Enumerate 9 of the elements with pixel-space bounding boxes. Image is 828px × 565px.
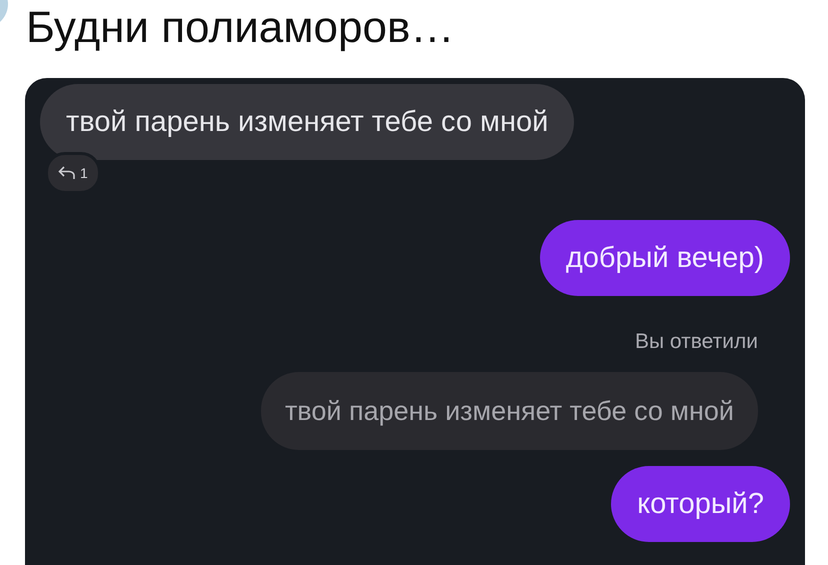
message-bubble: твой парень изменяет тебе со мной (40, 84, 574, 160)
message-bubble: который? (611, 466, 790, 542)
reply-label: Вы ответили (634, 330, 758, 354)
message-bubble: добрый вечер) (540, 220, 790, 296)
quoted-message: твой парень изменяет тебе со мной (260, 372, 758, 450)
reply-count: 1 (80, 165, 88, 181)
reply-arrow-icon (58, 166, 76, 180)
post-text: Будни полиаморов… (26, 2, 454, 54)
reply-count-badge[interactable]: 1 (45, 152, 101, 194)
